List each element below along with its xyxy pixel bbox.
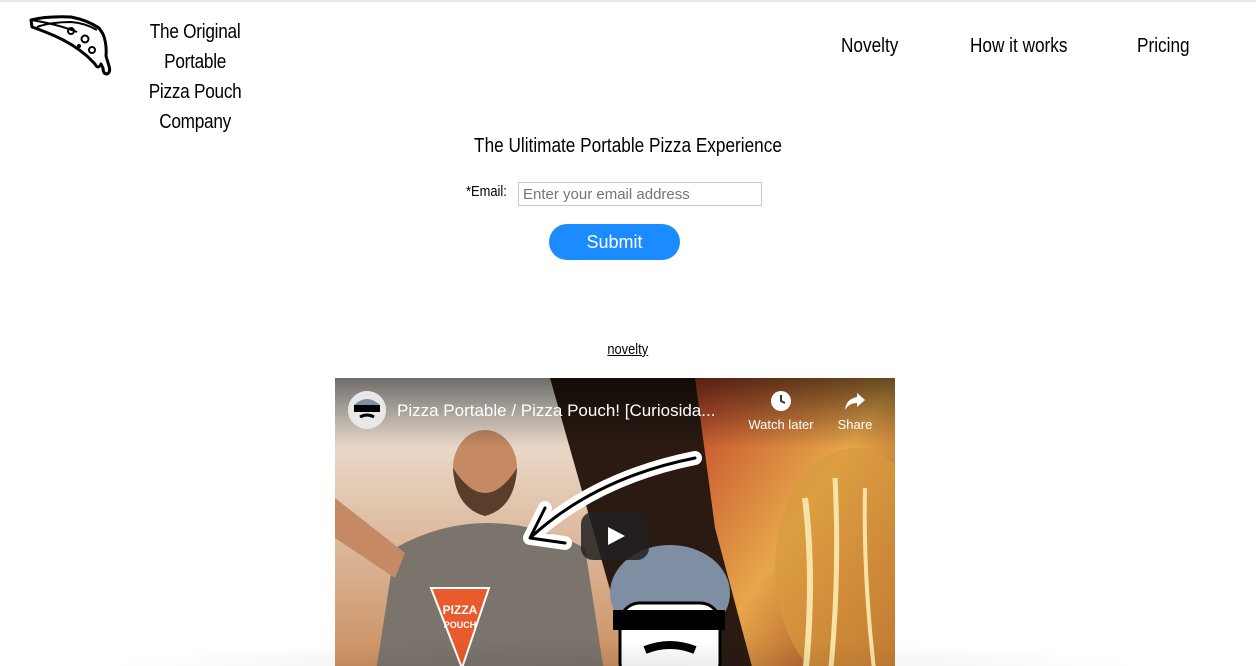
video-embed[interactable]: PIZZA POUCH Pizza Portable / Pizza Pouch… xyxy=(335,378,895,666)
share-label: Share xyxy=(837,417,873,432)
top-border xyxy=(0,0,1256,2)
share-arrow-icon xyxy=(845,393,865,410)
pouch-text-1: PIZZA xyxy=(443,603,478,617)
novelty-section: novelty xyxy=(0,341,1256,358)
watch-later-label: Watch later xyxy=(748,417,814,432)
novelty-link[interactable]: novelty xyxy=(608,341,649,358)
brand-line-2: Pizza Pouch Company xyxy=(148,81,242,133)
submit-button[interactable]: Submit xyxy=(549,224,680,260)
play-icon[interactable] xyxy=(581,512,649,560)
clock-icon xyxy=(771,391,791,411)
email-field[interactable] xyxy=(518,182,762,206)
page-headline: The Ulitimate Portable Pizza Experience xyxy=(0,135,1256,158)
brand-line-1: The Original Portable xyxy=(149,21,241,73)
pizza-slice-icon[interactable] xyxy=(27,14,112,78)
nav-how-it-works[interactable]: How it works xyxy=(970,35,1067,58)
share-button[interactable]: Share xyxy=(829,390,881,432)
watch-later-button[interactable]: Watch later xyxy=(743,390,819,432)
pouch-text-2: POUCH xyxy=(444,620,477,630)
video-title[interactable]: Pizza Portable / Pizza Pouch! [Curiosida… xyxy=(397,401,737,421)
channel-avatar[interactable] xyxy=(348,391,386,429)
brand-name[interactable]: The Original Portable Pizza Pouch Compan… xyxy=(122,17,268,137)
email-label: *Email: xyxy=(466,183,507,200)
nav-pricing[interactable]: Pricing xyxy=(1137,35,1190,58)
footer-shadow xyxy=(100,640,1150,666)
nav-novelty[interactable]: Novelty xyxy=(841,35,898,58)
headline-text: The Ulitimate Portable Pizza Experience xyxy=(474,135,782,157)
